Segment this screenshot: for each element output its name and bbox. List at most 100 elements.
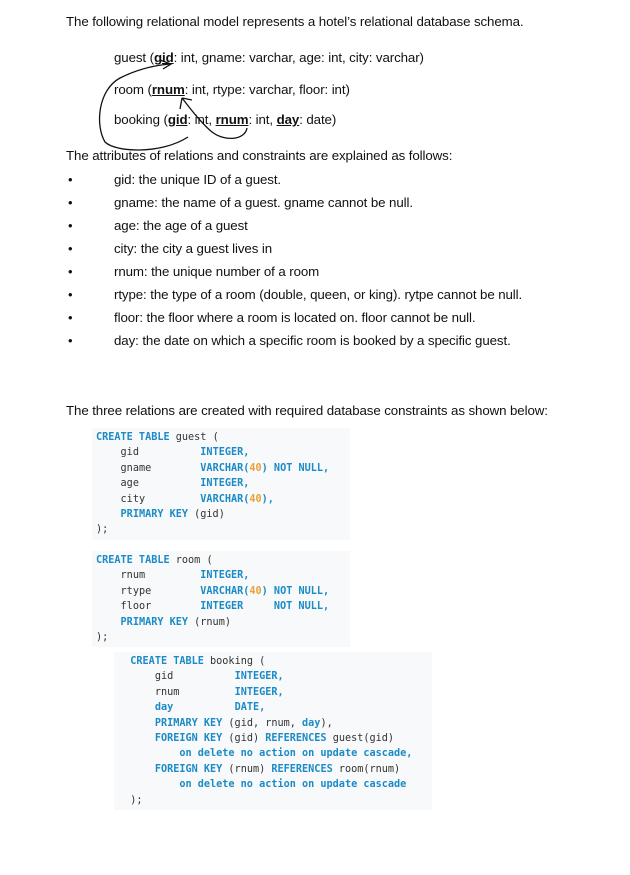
list-item: gname: the name of a guest. gname cannot… — [114, 195, 413, 210]
sql-keyword: FOREIGN KEY — [154, 733, 223, 745]
column-size: 40 — [249, 493, 262, 505]
relation-name: booking — [114, 112, 160, 127]
bullet-icon: • — [68, 287, 73, 302]
column-name: day — [154, 702, 174, 714]
referential-action: on delete no action on update cascade — [179, 779, 407, 791]
list-item: day: the date on which a specific room i… — [114, 333, 511, 348]
schema-room: room (rnum: int, rtype: varchar, floor: … — [114, 82, 350, 97]
relation-attributes: : int, gname: varchar, age: int, city: v… — [173, 50, 424, 65]
column-size: 40 — [249, 585, 262, 597]
paren: ( — [206, 555, 213, 566]
column-name: rnum — [154, 686, 180, 698]
column-type: INTEGER — [200, 570, 244, 582]
sql-keyword: CREATE TABLE — [130, 656, 204, 667]
column-name: gid — [120, 447, 139, 459]
referential-action: on delete no action on update cascade, — [179, 748, 413, 760]
relation-name: room — [114, 82, 144, 97]
column-type: INTEGER — [200, 601, 244, 613]
column-name: gname — [120, 462, 152, 474]
attr-sep: : int, — [187, 112, 216, 127]
sql-keyword: PRIMARY KEY — [154, 717, 223, 729]
list-item: age: the age of a guest — [114, 218, 248, 233]
column-extra: NOT NULL, — [243, 601, 330, 613]
primary-key-day: day — [302, 717, 321, 729]
paren: ), — [320, 717, 333, 729]
list-item: rnum: the unique number of a room — [114, 264, 320, 279]
primary-key: rnum — [151, 82, 185, 97]
close-paren: ); — [130, 794, 143, 806]
list-item: floor: the floor where a room is located… — [114, 310, 476, 325]
intro-text: The following relational model represent… — [66, 14, 524, 29]
explain-heading: The attributes of relations and constrai… — [66, 148, 453, 163]
sql-keyword: PRIMARY KEY — [120, 616, 189, 628]
column-name: city — [120, 493, 146, 505]
list-item: city: the city a guest lives in — [114, 241, 273, 256]
column-type: INTEGER — [200, 447, 244, 459]
foreign-key-col: (rnum) — [228, 763, 266, 775]
bullet-icon: • — [68, 264, 73, 279]
sql-keyword: REFERENCES — [265, 733, 327, 745]
code-block-guest: CREATE TABLE guest ( gid INTEGER, gname … — [92, 428, 350, 540]
column-type: INTEGER, — [234, 686, 284, 698]
column-extra: , — [243, 570, 250, 582]
primary-key: gid — [153, 50, 174, 65]
relation-attributes: : int, rtype: varchar, floor: int) — [184, 82, 350, 97]
bullet-icon: • — [68, 195, 73, 210]
primary-key-day: day — [276, 112, 300, 127]
paren: ( — [212, 432, 219, 443]
schema-booking: booking (gid: int, rnum: int, day: date) — [114, 112, 337, 127]
sql-keyword: CREATE TABLE — [96, 432, 170, 443]
foreign-key-target: guest(gid) — [332, 733, 395, 745]
column-type: DATE, — [234, 702, 266, 714]
foreign-key-target: room(rnum) — [338, 763, 401, 775]
list-item: rtype: the type of a room (double, queen… — [114, 287, 523, 302]
column-name: floor — [120, 601, 152, 613]
table-name: booking — [210, 656, 253, 667]
arrow-booking-gid-to-guest — [98, 63, 189, 151]
arrow-head-room — [179, 97, 193, 110]
column-type: VARCHAR( — [200, 493, 250, 505]
bullet-icon: • — [68, 218, 73, 233]
relations-heading: The three relations are created with req… — [66, 403, 548, 418]
primary-key-cols: (gid, rnum, — [228, 717, 303, 729]
bullet-icon: • — [68, 172, 73, 187]
sql-keyword: FOREIGN KEY — [154, 763, 223, 775]
column-type: VARCHAR( — [200, 585, 250, 597]
handwritten-foreign-key-arrows — [98, 59, 248, 151]
relation-name: guest — [114, 50, 147, 65]
column-type: INTEGER, — [234, 671, 284, 683]
attr-sep: : int, — [248, 112, 277, 127]
column-extra: NOT NULL, — [267, 462, 330, 474]
sql-keyword: REFERENCES — [271, 763, 333, 775]
column-name: gid — [154, 671, 174, 683]
sql-keyword: CREATE TABLE — [96, 555, 170, 566]
foreign-key-col: (gid) — [228, 733, 260, 745]
column-type: VARCHAR( — [200, 462, 250, 474]
primary-key-cols: (rnum) — [194, 616, 231, 628]
sql-keyword: PRIMARY KEY — [120, 509, 189, 521]
code-block-booking: CREATE TABLE booking ( gid INTEGER, rnum… — [114, 652, 432, 811]
column-extra: , — [243, 447, 250, 459]
column-extra: NOT NULL, — [267, 585, 330, 597]
column-name: rtype — [120, 585, 152, 597]
column-name: rnum — [120, 570, 146, 582]
bullet-icon: • — [68, 310, 73, 325]
close-paren: ); — [96, 632, 109, 644]
primary-key-gid: gid — [167, 112, 188, 127]
bullet-icon: • — [68, 333, 73, 348]
code-block-room: CREATE TABLE room ( rnum INTEGER, rtype … — [92, 551, 350, 648]
primary-key-rnum: rnum — [215, 112, 249, 127]
column-name: age — [120, 478, 139, 490]
primary-key-cols: (gid) — [194, 509, 225, 521]
list-item: gid: the unique ID of a guest. — [114, 172, 282, 187]
relation-attributes: : date) — [299, 112, 337, 127]
column-extra: , — [243, 478, 250, 490]
schema-guest: guest (gid: int, gname: varchar, age: in… — [114, 50, 424, 65]
bullet-icon: • — [68, 241, 73, 256]
close-paren: ); — [96, 524, 109, 536]
column-type: INTEGER — [200, 478, 244, 490]
column-size: 40 — [249, 462, 262, 474]
column-extra: , — [267, 493, 274, 505]
paren: ( — [259, 656, 266, 667]
table-name: room — [175, 555, 201, 566]
